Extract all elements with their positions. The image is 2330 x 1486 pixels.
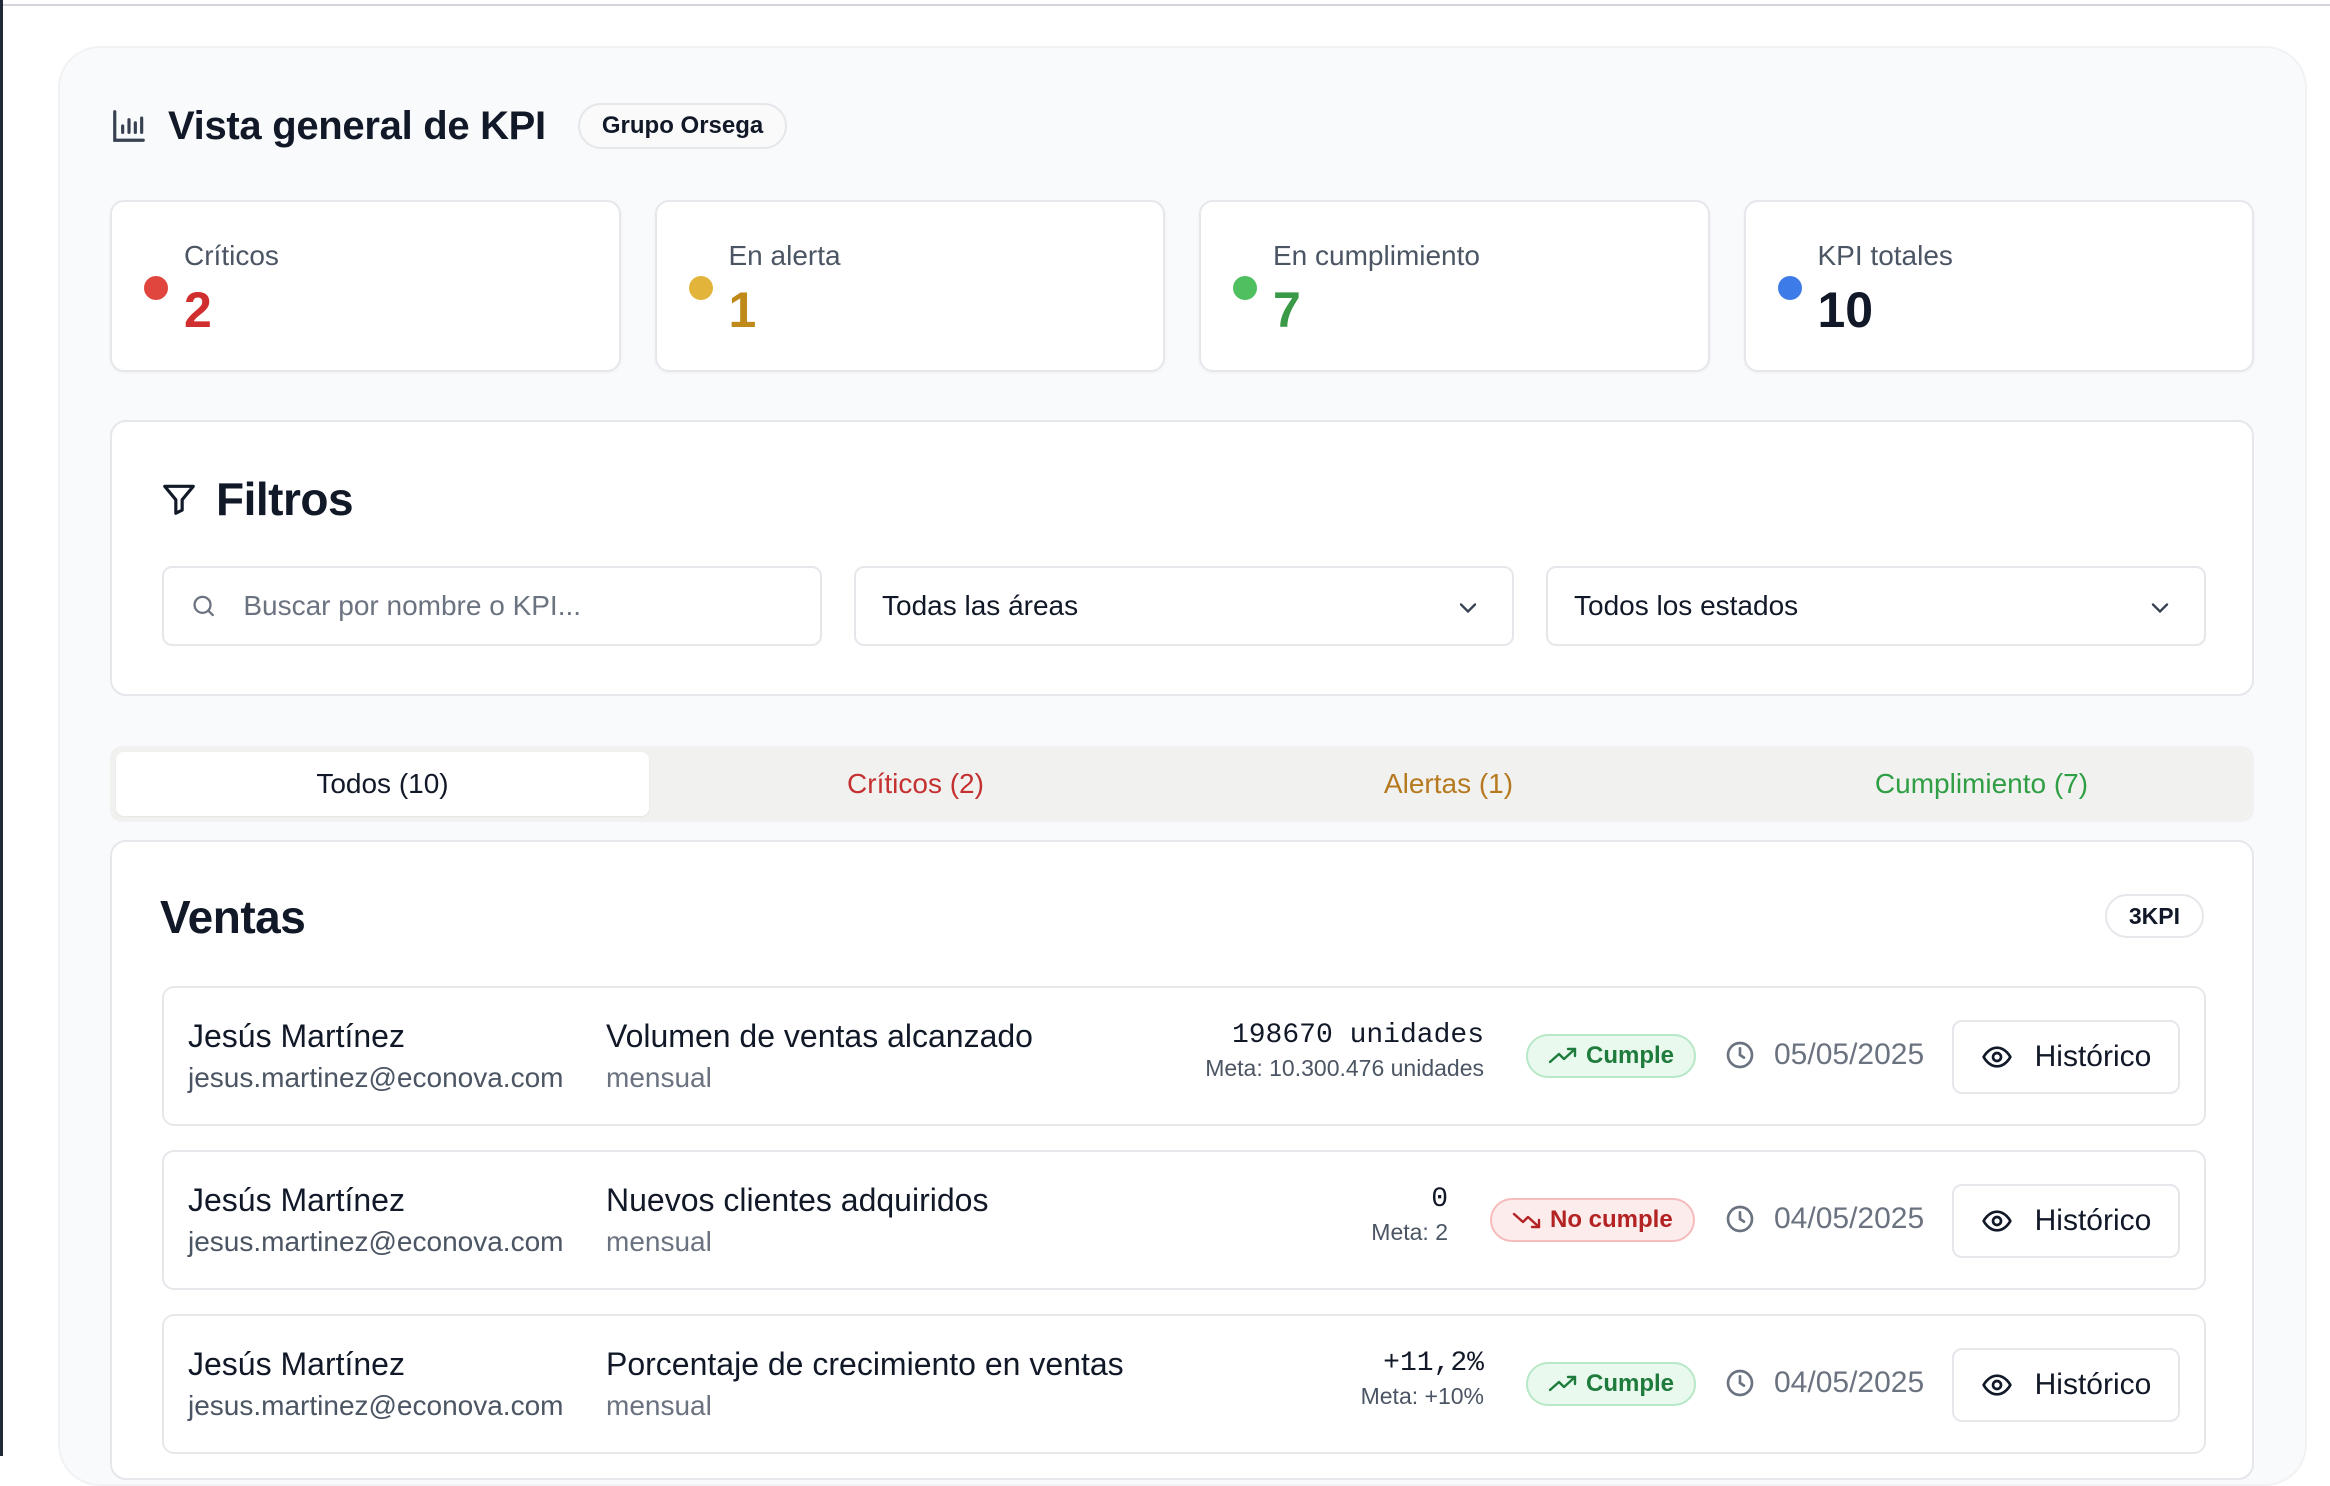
history-button-label: Histórico	[2034, 1040, 2152, 1073]
stat-card-kpi-totales: KPI totales 10	[1743, 200, 2254, 372]
critical-status-dot	[144, 276, 168, 300]
eye-icon	[1981, 1046, 2012, 1068]
status-label: Cumple	[1586, 1370, 1675, 1397]
history-button[interactable]: Histórico	[1952, 1348, 2180, 1422]
stat-label: En cumplimiento	[1273, 240, 1480, 271]
organization-badge: Grupo Orsega	[577, 103, 788, 149]
section-title: Ventas	[160, 891, 306, 943]
eye-icon	[1981, 1210, 2012, 1232]
history-button[interactable]: Histórico	[1952, 1020, 2180, 1094]
kpi-date: 04/05/2025	[1774, 1366, 1925, 1399]
kpi-frequency: mensual	[606, 1390, 712, 1421]
status-select-value: Todos los estados	[1574, 590, 1799, 621]
kpi-value: 0	[1431, 1184, 1448, 1215]
stat-card-en-alerta: En alerta 1	[654, 200, 1165, 372]
history-button[interactable]: Histórico	[1952, 1184, 2180, 1258]
eye-icon	[1981, 1374, 2012, 1396]
kpi-value-block: 198670 unidades Meta: 10.300.476 unidade…	[1205, 1020, 1484, 1082]
stat-value: 7	[1273, 282, 1301, 338]
summary-cards: Críticos 2 En alerta 1 En cumplimiento 7…	[110, 200, 2254, 372]
filter-icon	[163, 484, 195, 515]
clock-icon	[1726, 1205, 1754, 1233]
person-email: jesus.martinez@econova.com	[188, 1226, 564, 1257]
kpi-date: 04/05/2025	[1774, 1202, 1925, 1235]
compliance-status-dot	[1233, 276, 1257, 300]
person-name: Jesús Martínez	[188, 1018, 405, 1054]
date-block: 04/05/2025	[1724, 1202, 1924, 1236]
status-badge: Cumple	[1526, 1034, 1697, 1078]
kpi-row: Jesús Martínez jesus.martinez@econova.co…	[162, 986, 2206, 1126]
tab-cumplimiento[interactable]: Cumplimiento (7)	[1715, 752, 2248, 816]
kpi-row: Jesús Martínez jesus.martinez@econova.co…	[162, 1314, 2206, 1454]
filters-title: Filtros	[216, 473, 354, 525]
kpi-value-block: +11,2% Meta: +10%	[1361, 1348, 1484, 1410]
stat-label: Críticos	[184, 240, 279, 271]
page-title: Vista general de KPI	[168, 103, 546, 148]
person-email: jesus.martinez@econova.com	[188, 1390, 564, 1421]
tab-alertas[interactable]: Alertas (1)	[1182, 752, 1715, 816]
status-badge: Cumple	[1526, 1362, 1697, 1406]
bar-chart-icon	[113, 110, 145, 142]
stat-label: KPI totales	[1817, 240, 1953, 271]
kpi-value-block: 0 Meta: 2	[1371, 1184, 1448, 1246]
kpi-frequency: mensual	[606, 1226, 712, 1257]
stat-value: 10	[1817, 282, 1874, 338]
search-field[interactable]	[162, 566, 822, 646]
history-button-label: Histórico	[2034, 1204, 2152, 1237]
trending-down-icon	[1512, 1212, 1541, 1229]
window-left-border	[0, 0, 3, 1456]
history-button-label: Histórico	[2034, 1368, 2152, 1401]
kpi-name: Nuevos clientes adquiridos	[606, 1182, 989, 1218]
kpi-value: 198670 unidades	[1231, 1020, 1484, 1051]
alert-status-dot	[688, 276, 713, 300]
date-block: 04/05/2025	[1724, 1366, 1924, 1400]
kpi-target: Meta: 2	[1371, 1219, 1448, 1245]
kpi-name: Volumen de ventas alcanzado	[606, 1018, 1033, 1054]
area-section-ventas: Ventas 3KPI Jesús Martínez jesus.martine…	[110, 840, 2254, 1480]
filter-controls: Todas las áreas Todos los estados	[162, 566, 2206, 646]
total-status-dot	[1777, 276, 1802, 300]
status-select[interactable]: Todos los estados	[1546, 566, 2206, 646]
kpi-count-badge: 3KPI	[2104, 894, 2204, 938]
kpi-row: Jesús Martínez jesus.martinez@econova.co…	[162, 1150, 2206, 1290]
date-block: 05/05/2025	[1724, 1038, 1924, 1072]
kpi-frequency: mensual	[606, 1062, 712, 1093]
status-tabs: Todos (10) Críticos (2) Alertas (1) Cump…	[110, 746, 2254, 822]
kpi-date: 05/05/2025	[1774, 1038, 1925, 1071]
person-name: Jesús Martínez	[188, 1182, 405, 1218]
tab-criticos[interactable]: Críticos (2)	[649, 752, 1182, 816]
trending-up-icon	[1548, 1375, 1577, 1392]
kpi-name: Porcentaje de crecimiento en ventas	[606, 1346, 1124, 1382]
area-select-value: Todas las áreas	[882, 590, 1079, 621]
clock-icon	[1726, 1041, 1754, 1069]
search-input[interactable]	[243, 590, 794, 622]
kpi-target: Meta: +10%	[1360, 1383, 1484, 1409]
person-email: jesus.martinez@econova.com	[188, 1062, 564, 1093]
page-header: Vista general de KPI Grupo Orsega	[110, 100, 788, 152]
chevron-down-icon	[2151, 603, 2169, 614]
search-icon	[193, 595, 214, 617]
chevron-down-icon	[1459, 603, 1477, 614]
status-label: No cumple	[1550, 1206, 1673, 1233]
tab-todos[interactable]: Todos (10)	[116, 752, 649, 816]
stat-card-criticos: Críticos 2	[110, 200, 621, 372]
window-top-border	[0, 0, 2330, 6]
trending-up-icon	[1548, 1047, 1577, 1064]
person-name: Jesús Martínez	[188, 1346, 405, 1382]
filters-header: Filtros	[160, 472, 354, 526]
stat-value: 2	[184, 282, 212, 338]
kpi-value: +11,2%	[1383, 1348, 1484, 1379]
clock-icon	[1726, 1369, 1754, 1397]
filters-panel: Filtros Todas las áreas Todos los estado…	[110, 420, 2254, 696]
stat-label: En alerta	[728, 240, 841, 271]
status-badge: No cumple	[1490, 1198, 1695, 1242]
area-select[interactable]: Todas las áreas	[854, 566, 1514, 646]
status-label: Cumple	[1586, 1042, 1675, 1069]
kpi-target: Meta: 10.300.476 unidades	[1205, 1055, 1484, 1081]
stat-card-en-cumplimiento: En cumplimiento 7	[1199, 200, 1710, 372]
stat-value: 1	[728, 282, 757, 338]
